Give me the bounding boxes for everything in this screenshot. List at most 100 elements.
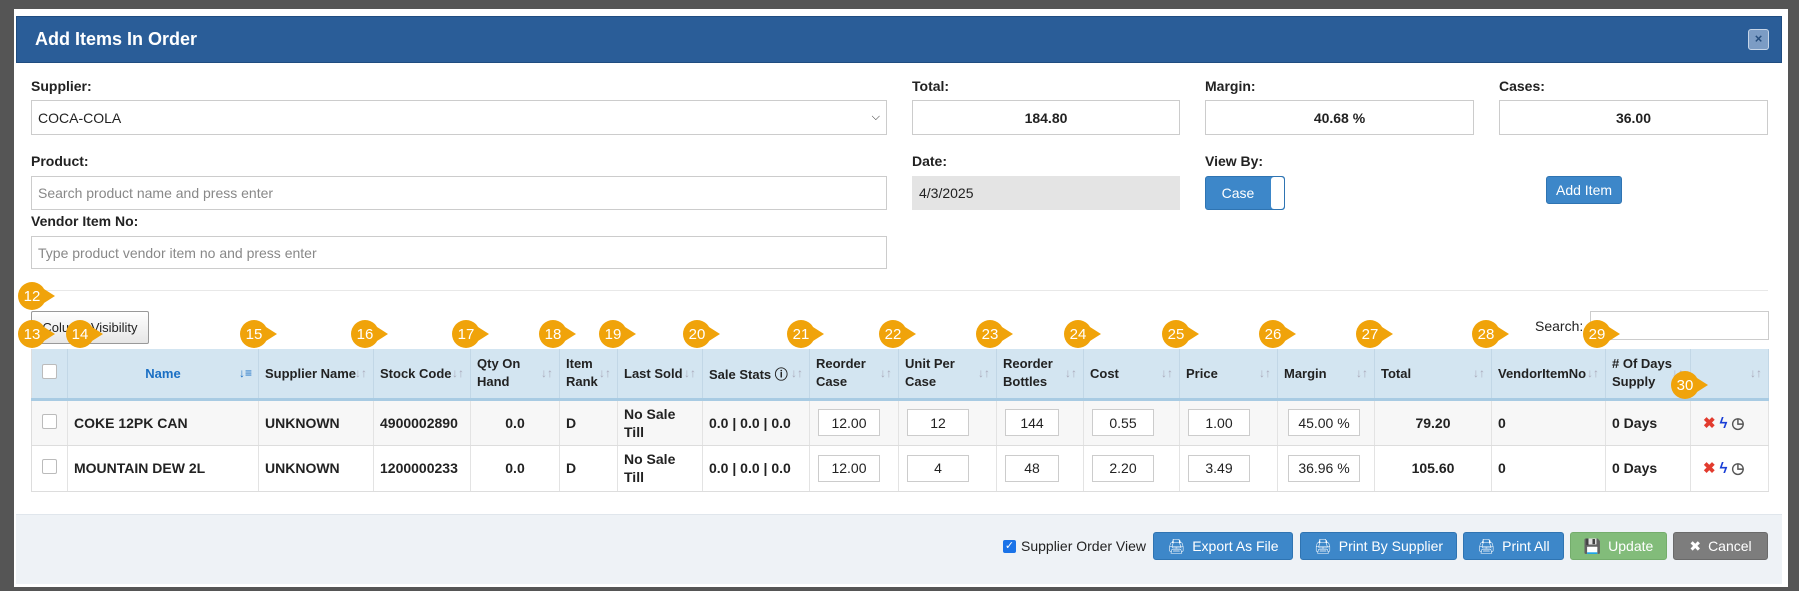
- print-by-supplier-label: Print By Supplier: [1338, 538, 1444, 554]
- column-header-label: VendorItemNo: [1498, 365, 1587, 381]
- sort-icon[interactable]: ↓↑: [599, 366, 611, 380]
- items-table: Name ↓≡ Supplier Name ↓↑ Stock Code ↓↑ Qty On …: [31, 349, 1769, 492]
- annotation-badge: 12: [18, 282, 55, 310]
- column-header-label: Supplier Name: [265, 365, 357, 381]
- cost-input[interactable]: 0.55: [1092, 409, 1154, 436]
- column-header-label: Reorder Bottles: [1003, 356, 1053, 390]
- column-header[interactable]: Name ↓≡: [67, 349, 259, 401]
- row-checkbox[interactable]: [42, 413, 57, 429]
- info-icon[interactable]: ⓘ: [771, 367, 788, 382]
- column-header[interactable]: Supplier Name ↓↑: [258, 349, 374, 401]
- annotation-badge: 24: [1064, 320, 1101, 348]
- sort-icon[interactable]: ↓↑: [1065, 366, 1077, 380]
- qty-cell: 0.0: [470, 399, 560, 446]
- history-clock-icon[interactable]: ◷: [1731, 460, 1744, 477]
- annotation-badge: 17: [452, 320, 489, 348]
- checkbox-checked-icon: ✓: [1003, 539, 1016, 553]
- unit-per-case-input[interactable]: 4: [907, 454, 969, 482]
- product-search-input[interactable]: Search product name and press enter: [31, 176, 887, 210]
- sort-icon[interactable]: ↓↑: [1161, 366, 1173, 380]
- sort-icon[interactable]: ↓↑: [880, 366, 892, 380]
- update-label: Update: [1608, 538, 1654, 554]
- sort-icon[interactable]: ↓↑: [1356, 366, 1368, 380]
- unit_per_case-cell: 4: [898, 445, 997, 492]
- annotation-badge: 19: [599, 320, 636, 348]
- sort-icon[interactable]: ↓↑: [452, 366, 464, 380]
- search-label: Search:: [1535, 318, 1584, 334]
- margin-input[interactable]: 45.00 %: [1288, 409, 1360, 436]
- reorder-bottles-input[interactable]: 144: [1005, 409, 1059, 436]
- select-all-checkbox[interactable]: [42, 364, 57, 380]
- annotation-badge: 29: [1583, 320, 1620, 348]
- annotation-badge: 13: [18, 320, 55, 348]
- column-header[interactable]: Reorder Bottles ↓↑: [996, 349, 1084, 401]
- sort-icon[interactable]: ↓↑: [1473, 366, 1485, 380]
- supplier-select[interactable]: COCA-COLA ⌵: [31, 100, 887, 135]
- stock-cell: 4900002890: [373, 399, 471, 446]
- reorder_case-cell: 12.00: [809, 445, 899, 492]
- sort-icon[interactable]: ↓↑: [541, 366, 553, 380]
- cost-input[interactable]: 2.20: [1092, 454, 1154, 482]
- column-header[interactable]: Price ↓↑: [1179, 349, 1278, 401]
- sort-icon[interactable]: ↓↑: [1259, 366, 1271, 380]
- stats-cell: 0.0 | 0.0 | 0.0: [702, 445, 810, 492]
- sort-icon[interactable]: ↓↑: [791, 366, 803, 380]
- column-header[interactable]: Total ↓↑: [1374, 349, 1492, 401]
- sort-icon[interactable]: ↓↑: [1587, 366, 1599, 380]
- column-header-label: Total: [1381, 365, 1412, 381]
- actions-cell: ✖ ϟ ◷: [1690, 445, 1769, 492]
- update-button[interactable]: 💾 Update: [1570, 532, 1667, 560]
- annotation-badge: 21: [787, 320, 824, 348]
- print-icon: 🖨: [1313, 537, 1332, 554]
- column-header[interactable]: Cost ↓↑: [1083, 349, 1180, 401]
- close-button[interactable]: ×: [1748, 29, 1769, 50]
- lightning-icon[interactable]: ϟ: [1719, 415, 1727, 432]
- margin-label: Margin:: [1205, 78, 1256, 94]
- print-all-button[interactable]: 🖨 Print All: [1463, 532, 1564, 560]
- column-header[interactable]: Item Rank ↓↑: [559, 349, 618, 401]
- rank-cell: D: [559, 399, 618, 446]
- delete-icon[interactable]: ✖: [1703, 415, 1716, 432]
- print-by-supplier-button[interactable]: 🖨 Print By Supplier: [1300, 532, 1457, 560]
- reorder-bottles-input[interactable]: 48: [1005, 454, 1059, 482]
- column-header[interactable]: Last Sold ↓↑: [617, 349, 703, 401]
- lightning-icon[interactable]: ϟ: [1719, 460, 1727, 477]
- margin-cell: 36.96 %: [1277, 445, 1375, 492]
- supplier-order-view-checkbox[interactable]: ✓ Supplier Order View: [1003, 538, 1146, 554]
- sort-icon[interactable]: ↓↑: [1750, 366, 1762, 380]
- reorder-case-input[interactable]: 12.00: [818, 454, 880, 482]
- date-label: Date:: [912, 153, 948, 169]
- view-by-toggle[interactable]: Case: [1205, 176, 1285, 210]
- price-input[interactable]: 1.00: [1188, 409, 1250, 436]
- sort-active-icon[interactable]: ↓≡: [239, 366, 252, 380]
- margin-input[interactable]: 36.96 %: [1288, 454, 1360, 482]
- row-checkbox[interactable]: [42, 459, 57, 474]
- annotation-badge: 28: [1472, 320, 1509, 348]
- add-item-button[interactable]: Add Item: [1546, 176, 1622, 204]
- unit-per-case-input[interactable]: 12: [907, 409, 969, 436]
- delete-icon[interactable]: ✖: [1703, 460, 1716, 477]
- sort-icon[interactable]: ↓↑: [684, 366, 696, 380]
- last-sold-cell: No Sale Till: [617, 445, 703, 492]
- sort-icon[interactable]: ↓↑: [978, 366, 990, 380]
- column-header[interactable]: VendorItemNo ↓↑: [1491, 349, 1606, 401]
- qty-cell: 0.0: [470, 445, 560, 492]
- export-button[interactable]: 🖨 Export As File: [1153, 532, 1293, 560]
- cancel-button[interactable]: ✖ Cancel: [1673, 532, 1768, 560]
- history-clock-icon[interactable]: ◷: [1731, 415, 1744, 432]
- name-cell: MOUNTAIN DEW 2L: [67, 445, 259, 492]
- sort-icon[interactable]: ↓↑: [355, 366, 367, 380]
- vendor-item-input[interactable]: Type product vendor item no and press en…: [31, 236, 887, 269]
- column-header[interactable]: Unit Per Case ↓↑: [898, 349, 997, 401]
- price-input[interactable]: 3.49: [1188, 454, 1250, 482]
- column-header[interactable]: Sale Stats ⓘ ↓↑: [702, 349, 810, 401]
- column-header[interactable]: Margin ↓↑: [1277, 349, 1375, 401]
- column-header[interactable]: Qty On Hand ↓↑: [470, 349, 560, 401]
- annotation-badge: 25: [1162, 320, 1199, 348]
- column-header[interactable]: Stock Code ↓↑: [373, 349, 471, 401]
- column-header[interactable]: Reorder Case ↓↑: [809, 349, 899, 401]
- annotation-badge: 22: [879, 320, 916, 348]
- supplier-cell: UNKNOWN: [258, 445, 374, 492]
- chevron-down-icon: ⌵: [871, 111, 880, 123]
- reorder-case-input[interactable]: 12.00: [818, 409, 880, 436]
